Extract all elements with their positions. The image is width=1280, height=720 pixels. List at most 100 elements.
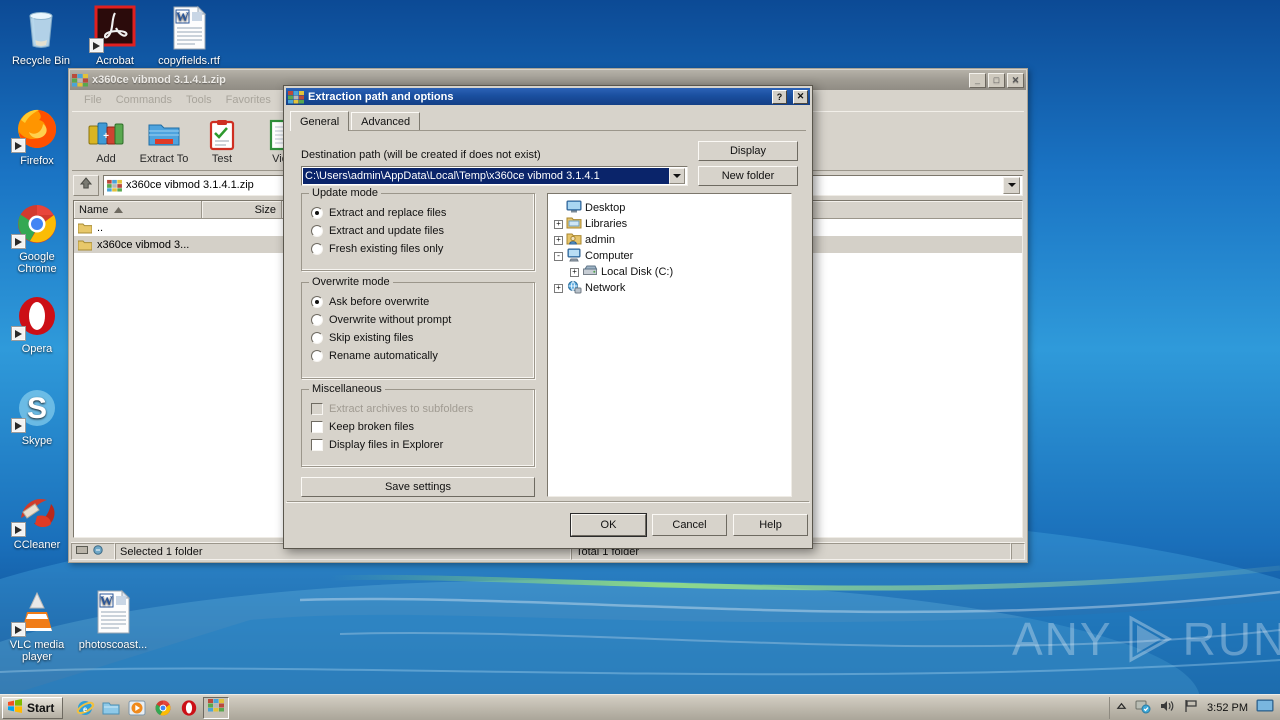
radio-icon[interactable] bbox=[311, 332, 323, 344]
dialog-titlebar[interactable]: Extraction path and options ? ✕ bbox=[286, 88, 810, 105]
option-keep-broken-files[interactable]: Keep broken files bbox=[302, 418, 534, 436]
network-flag-icon[interactable] bbox=[1183, 698, 1199, 717]
option-label: Skip existing files bbox=[329, 332, 414, 344]
expander-icon[interactable]: + bbox=[554, 283, 563, 293]
desktop-icon-label: photoscoast... bbox=[78, 639, 148, 651]
radio-icon[interactable] bbox=[311, 350, 323, 362]
save-settings-button[interactable]: Save settings bbox=[301, 477, 535, 497]
option-fresh-existing-only[interactable]: Fresh existing files only bbox=[302, 240, 534, 258]
column-header-name[interactable]: Name bbox=[74, 201, 202, 218]
tab-general[interactable]: General bbox=[290, 111, 350, 131]
extraction-dialog[interactable]: Extraction path and options ? ✕ General … bbox=[283, 85, 813, 549]
dialog-help-button[interactable]: ? bbox=[772, 89, 787, 104]
desktop-icon-photoscoast[interactable]: W photoscoast... bbox=[76, 588, 150, 651]
radio-icon[interactable] bbox=[311, 207, 323, 219]
option-extract-and-replace[interactable]: Extract and replace files bbox=[302, 204, 534, 222]
expander-icon[interactable]: + bbox=[554, 219, 563, 229]
quick-launch-bar[interactable]: e bbox=[75, 698, 199, 718]
tab-advanced[interactable]: Advanced bbox=[351, 112, 421, 131]
tree-node-network[interactable]: + Network bbox=[552, 280, 787, 296]
menu-commands[interactable]: Commands bbox=[109, 93, 179, 107]
up-one-level-button[interactable] bbox=[73, 174, 99, 196]
internet-explorer-icon[interactable]: e bbox=[75, 698, 95, 718]
opera-icon[interactable] bbox=[179, 698, 199, 718]
media-player-icon[interactable] bbox=[127, 698, 147, 718]
destination-path-combo[interactable]: C:\Users\admin\AppData\Local\Temp\x360ce… bbox=[301, 166, 688, 186]
column-label: Name bbox=[79, 203, 109, 216]
help-button[interactable]: Help bbox=[733, 514, 808, 536]
desktop-icon-copyfields-rtf[interactable]: W copyfields.rtf bbox=[152, 4, 226, 67]
tree-node-desktop[interactable]: Desktop bbox=[552, 200, 787, 216]
archive-info-icon bbox=[76, 545, 88, 558]
resize-grip[interactable] bbox=[1011, 543, 1025, 560]
tree-node-admin[interactable]: + admin bbox=[552, 232, 787, 248]
expander-icon[interactable]: - bbox=[554, 251, 563, 261]
chevron-up-icon[interactable] bbox=[1116, 701, 1127, 715]
maximize-button[interactable]: □ bbox=[988, 72, 1005, 88]
minimize-button[interactable]: _ bbox=[969, 72, 986, 88]
destination-folder-tree[interactable]: Desktop + Libraries + admin - Computer + bbox=[547, 193, 792, 497]
toolbar-extract-to-button[interactable]: Extract To bbox=[136, 118, 192, 165]
close-button[interactable]: ✕ bbox=[1007, 72, 1024, 88]
clock[interactable]: 3:52 PM bbox=[1207, 702, 1248, 714]
chevron-down-icon[interactable] bbox=[669, 168, 685, 184]
option-overwrite-without-prompt[interactable]: Overwrite without prompt bbox=[302, 311, 534, 329]
winrar-taskbar-button[interactable] bbox=[203, 696, 230, 719]
desktop-icon-recycle-bin[interactable]: Recycle Bin bbox=[4, 4, 78, 67]
shortcut-overlay-icon bbox=[11, 138, 26, 153]
desktop-icon-acrobat[interactable]: Acrobat bbox=[78, 4, 152, 67]
hard-disk-icon bbox=[582, 264, 598, 281]
menu-file[interactable]: File bbox=[77, 93, 109, 107]
toolbar-add-button[interactable]: + Add bbox=[78, 118, 134, 165]
column-header-size[interactable]: Size bbox=[202, 201, 282, 218]
volume-icon[interactable] bbox=[1159, 698, 1175, 717]
chevron-down-icon[interactable] bbox=[1003, 176, 1020, 194]
shortcut-overlay-icon bbox=[11, 522, 26, 537]
radio-icon[interactable] bbox=[311, 314, 323, 326]
option-rename-automatically[interactable]: Rename automatically bbox=[302, 347, 534, 365]
desktop-icon-google-chrome[interactable]: Google Chrome bbox=[0, 200, 74, 275]
toolbar-test-button[interactable]: Test bbox=[194, 118, 250, 165]
show-desktop-button[interactable] bbox=[1256, 699, 1274, 716]
desktop-icon-ccleaner[interactable]: CCleaner bbox=[0, 488, 74, 551]
radio-icon[interactable] bbox=[311, 225, 323, 237]
radio-icon[interactable] bbox=[311, 296, 323, 308]
desktop-icon-opera[interactable]: Opera bbox=[0, 292, 74, 355]
menu-favorites[interactable]: Favorites bbox=[219, 93, 278, 107]
chrome-icon[interactable] bbox=[153, 698, 173, 718]
dialog-tabs[interactable]: General Advanced bbox=[290, 111, 806, 131]
expander-icon[interactable]: + bbox=[570, 267, 579, 277]
tree-node-label: Computer bbox=[585, 250, 634, 262]
play-triangle-icon bbox=[1121, 612, 1175, 666]
radio-icon[interactable] bbox=[311, 243, 323, 255]
option-extract-and-update[interactable]: Extract and update files bbox=[302, 222, 534, 240]
cancel-button[interactable]: Cancel bbox=[652, 514, 727, 536]
display-button[interactable]: Display bbox=[698, 141, 798, 161]
desktop-icon-skype[interactable]: S Skype bbox=[0, 384, 74, 447]
column-label: Size bbox=[254, 203, 276, 216]
option-skip-existing-files[interactable]: Skip existing files bbox=[302, 329, 534, 347]
taskbar[interactable]: Start e 3:52 PM bbox=[0, 694, 1280, 720]
option-display-files-in-explorer[interactable]: Display files in Explorer bbox=[302, 436, 534, 454]
desktop-icon-vlc[interactable]: VLC media player bbox=[0, 588, 74, 663]
menu-tools[interactable]: Tools bbox=[179, 93, 219, 107]
ok-button[interactable]: OK bbox=[571, 514, 646, 536]
checkbox-icon[interactable] bbox=[311, 421, 323, 433]
dialog-close-button[interactable]: ✕ bbox=[793, 89, 808, 104]
option-ask-before-overwrite[interactable]: Ask before overwrite bbox=[302, 293, 534, 311]
checkbox-icon[interactable] bbox=[311, 439, 323, 451]
tree-node-libraries[interactable]: + Libraries bbox=[552, 216, 787, 232]
winrar-window-buttons[interactable]: _ □ ✕ bbox=[969, 72, 1024, 88]
desktop-icon-label: CCleaner bbox=[13, 539, 61, 551]
expander-icon[interactable]: + bbox=[554, 235, 563, 245]
action-center-icon[interactable] bbox=[1135, 698, 1151, 717]
destination-path-input[interactable]: C:\Users\admin\AppData\Local\Temp\x360ce… bbox=[303, 168, 669, 184]
system-tray[interactable]: 3:52 PM bbox=[1109, 696, 1280, 719]
new-folder-button[interactable]: New folder bbox=[698, 166, 798, 186]
tree-node-computer[interactable]: - Computer bbox=[552, 248, 787, 264]
windows-explorer-icon[interactable] bbox=[101, 698, 121, 718]
start-button[interactable]: Start bbox=[2, 696, 64, 719]
toolbar-label: Test bbox=[211, 152, 233, 165]
tree-node-local-disk-c[interactable]: + Local Disk (C:) bbox=[552, 264, 787, 280]
desktop-icon-firefox[interactable]: Firefox bbox=[0, 104, 74, 167]
